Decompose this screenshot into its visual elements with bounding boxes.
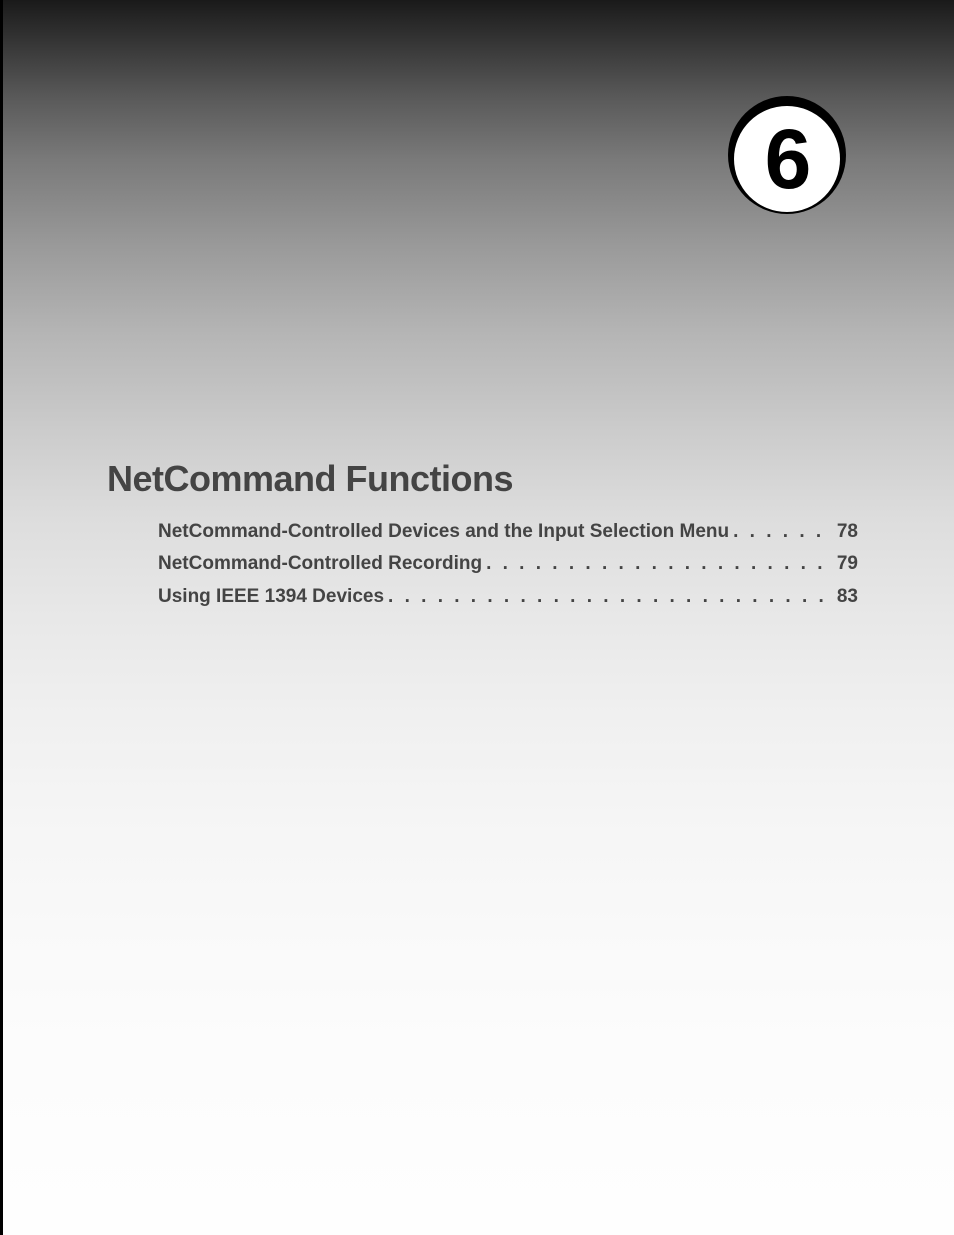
toc-entry-title: Using IEEE 1394 Devices <box>158 581 384 613</box>
toc-entry-title: NetCommand-Controlled Devices and the In… <box>158 516 729 548</box>
toc-entry-title: NetCommand-Controlled Recording <box>158 548 482 580</box>
toc-leader-dots <box>482 548 831 580</box>
toc-entry: Using IEEE 1394 Devices 83 <box>158 581 858 613</box>
toc-leader-dots <box>384 581 831 613</box>
toc-entry-page: 78 <box>831 516 858 548</box>
toc-entry-page: 83 <box>831 581 858 613</box>
chapter-title: NetCommand Functions <box>107 458 513 500</box>
chapter-number: 6 <box>765 117 810 201</box>
toc-entry: NetCommand-Controlled Devices and the In… <box>158 516 858 548</box>
chapter-badge-circle: 6 <box>734 106 840 212</box>
chapter-badge: 6 <box>728 96 846 220</box>
toc-entry-page: 79 <box>831 548 858 580</box>
toc-leader-dots <box>729 516 831 548</box>
table-of-contents: NetCommand-Controlled Devices and the In… <box>158 516 858 613</box>
chapter-page: 6 NetCommand Functions NetCommand-Contro… <box>0 0 954 1235</box>
toc-entry: NetCommand-Controlled Recording 79 <box>158 548 858 580</box>
